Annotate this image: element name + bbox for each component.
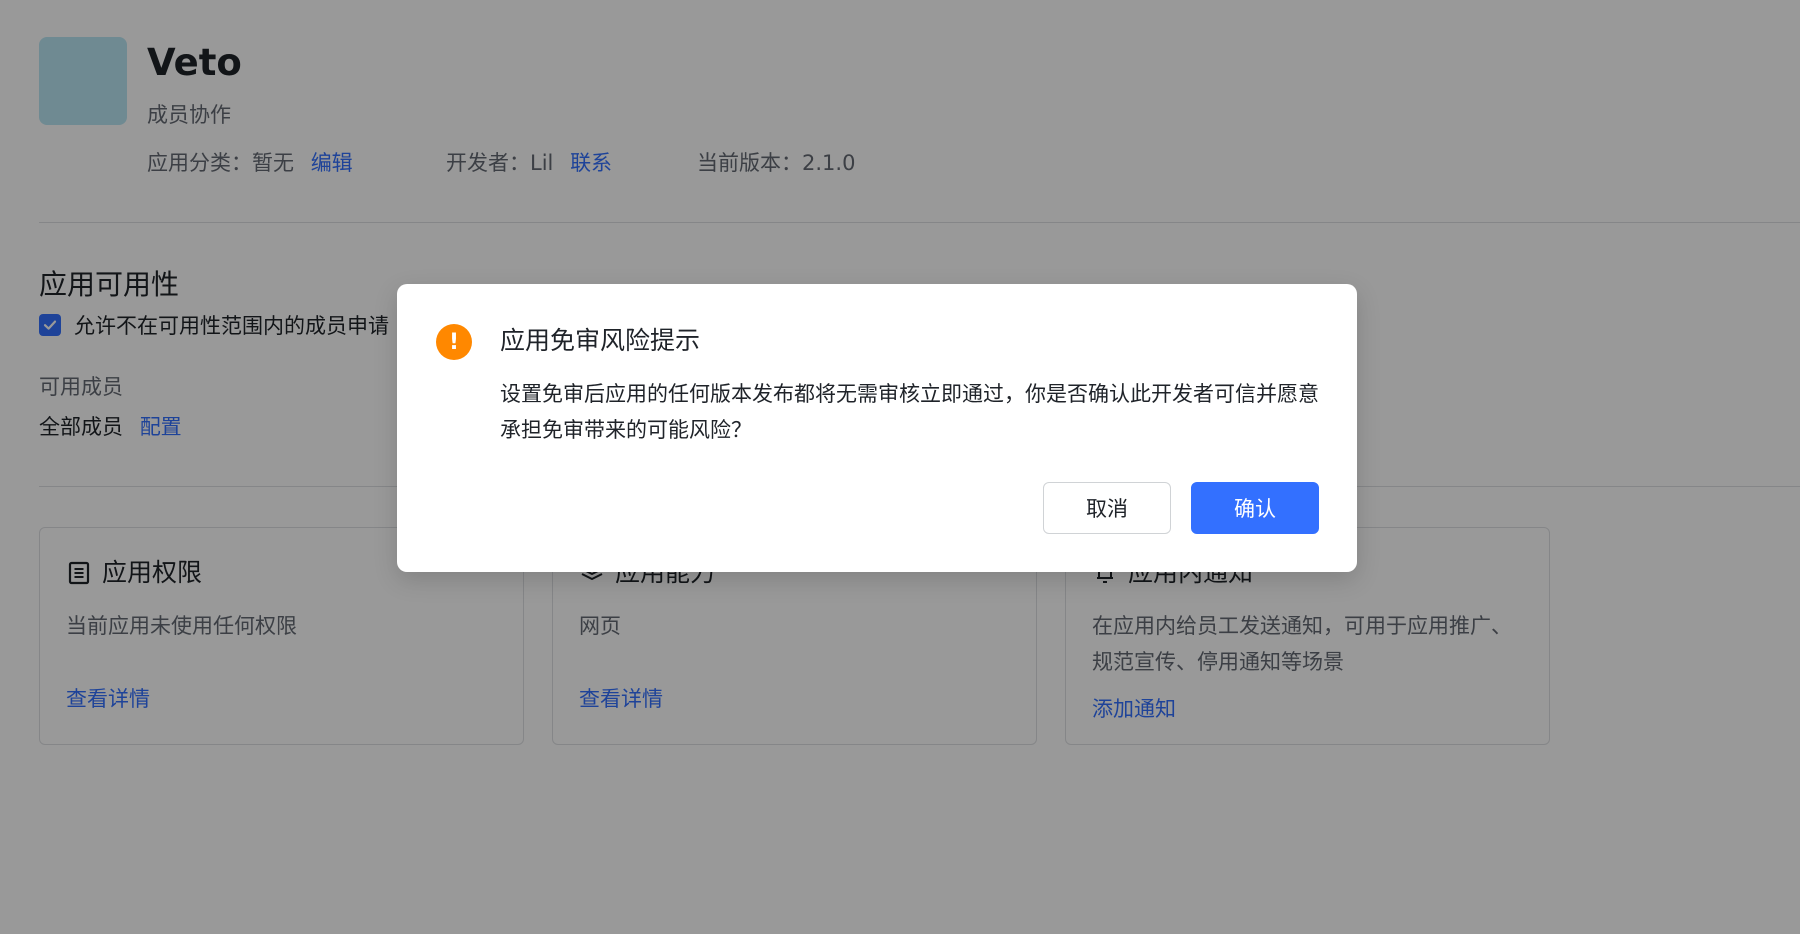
- dialog-title: 应用免审风险提示: [500, 326, 701, 355]
- dialog-message: 设置免审后应用的任何版本发布都将无需审核立即通过，你是否确认此开发者可信并愿意承…: [500, 382, 1319, 442]
- confirm-button[interactable]: 确认: [1191, 482, 1319, 534]
- warning-icon: !: [436, 324, 472, 360]
- cancel-button[interactable]: 取消: [1043, 482, 1171, 534]
- exemption-risk-dialog: ! 应用免审风险提示 设置免审后应用的任何版本发布都将无需审核立即通过，你是否确…: [397, 284, 1357, 572]
